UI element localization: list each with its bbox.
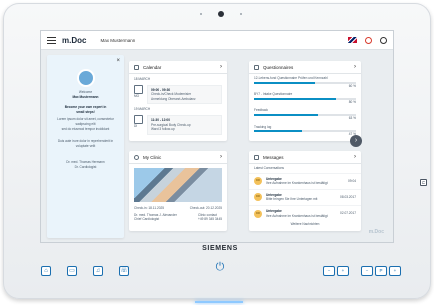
check-in-date: Check-in: 18.11.2025 (134, 206, 165, 210)
questionnaire-progress-bar (254, 130, 356, 133)
questionnaire-percent: 47 % (348, 132, 356, 137)
clinic-phone[interactable]: +49 89 345 3445 (198, 217, 222, 222)
questionnaires-header: Questionnaires › (249, 61, 361, 74)
volume-down-button[interactable]: − (323, 266, 335, 276)
calendar-day-icon (134, 84, 143, 94)
doctor-role: Chief Cardiologist (134, 217, 160, 222)
message-preview: Ihre Aufnahme im Krankenhaus ist bestäti… (266, 181, 328, 186)
message-row[interactable]: DR Untergabe Ihre Aufnahme im Krankenhaus… (249, 204, 361, 221)
messages-header: Messages › (249, 151, 361, 164)
microphone-dot (200, 13, 202, 15)
mdoc-watermark: m.Doc (368, 229, 384, 235)
welcome-text-2: sed do eiusmod tempor incididunt (61, 126, 110, 131)
home-button[interactable]: ⌂ (41, 266, 51, 276)
calendar-icon (134, 64, 139, 70)
uk-flag-icon[interactable] (348, 37, 357, 43)
media-button[interactable]: ♫ (93, 266, 103, 276)
chevron-right-icon[interactable]: › (354, 64, 356, 70)
questionnaire-item[interactable]: Tracking log 47 % (249, 123, 361, 139)
chevron-right-icon[interactable]: › (220, 154, 222, 160)
calendar-day-icon (134, 114, 143, 124)
questionnaire-item[interactable]: 12-Lebens-fund Questionnaire Prüfen und … (249, 74, 361, 90)
sender-badge: DR (254, 177, 262, 186)
message-preview: Ihre Aufnahme im Krankenhaus ist bestäti… (266, 213, 328, 218)
questionnaire-label: Tracking log (254, 124, 272, 129)
event-day: MO (134, 93, 140, 98)
calendar-header: Calendar › (129, 61, 227, 74)
calendar-event[interactable]: MO 09:00 - 09:30 Check-in/Check Modernis… (129, 82, 227, 108)
messages-title: Messages (263, 154, 284, 160)
microphone-dot (240, 13, 242, 15)
channel-label: P (375, 266, 387, 276)
clinic-header: My Clinic › (129, 151, 227, 164)
clinic-icon (134, 154, 139, 160)
volume-up-button[interactable]: + (337, 266, 349, 276)
front-camera (218, 11, 224, 17)
message-date: 09:04 (348, 178, 356, 183)
notification-icon[interactable] (365, 36, 372, 44)
welcome-text-3: Duis aute irure dolor in reprehenderit i… (57, 139, 114, 148)
event-day: DI (134, 123, 138, 128)
clinic-building-image (134, 168, 222, 202)
chevron-right-icon[interactable]: › (220, 64, 222, 70)
questionnaire-percent: 63 % (348, 115, 356, 120)
calendar-card[interactable]: Calendar › 18 MARCH MO 09:00 - 09:30 Che… (129, 61, 227, 141)
messages-section-label: Latest Conversations (254, 166, 284, 170)
menu-icon[interactable] (47, 36, 56, 44)
message-preview: Bitte bringen Sie Ihre Unterlagen mit (266, 197, 318, 202)
sender-badge: DR (254, 209, 262, 218)
questionnaire-label: BY7 - Intake Questionnaire (254, 92, 293, 97)
tablet-device: m.Doc Max Mustermann × Welcome Max Muste… (3, 3, 431, 303)
side-port-button[interactable]: ⊏ (420, 179, 427, 186)
calendar-date-label: 18 MARCH (134, 77, 151, 81)
close-icon[interactable]: × (116, 58, 120, 64)
chevron-right-icon[interactable]: › (354, 154, 356, 160)
questionnaire-item[interactable]: Feedback 63 % (249, 106, 361, 122)
screen-button[interactable]: ▭ (67, 266, 77, 276)
power-button[interactable]: ⏻ (214, 261, 226, 273)
questionnaire-progress-bar (254, 113, 356, 116)
doctor-signature-role: Dr. Cardiologist (74, 164, 97, 169)
messages-card[interactable]: Messages › Latest Conversations DR Unter… (249, 151, 361, 231)
message-row[interactable]: DR Untergabe Bitte bringen Sie Ihre Unter… (249, 188, 361, 205)
message-row[interactable]: DR Untergabe Ihre Aufnahme im Krankenhaus… (249, 172, 361, 189)
welcome-text-1: Lorem ipsum dolor sit amet, consectetur … (57, 117, 114, 126)
questionnaires-card[interactable]: Questionnaires › 12-Lebens-fund Question… (249, 61, 361, 141)
questionnaire-percent: 80 % (348, 99, 356, 104)
questionnaire-item[interactable]: BY7 - Intake Questionnaire 80 % (249, 90, 361, 106)
questionnaire-icon (254, 64, 259, 70)
questionnaires-title: Questionnaires (263, 64, 294, 70)
message-date: 08.03.2017 (340, 195, 356, 200)
message-icon (254, 154, 259, 160)
phone-button[interactable]: ☏ (119, 266, 129, 276)
questionnaire-progress-bar (254, 81, 356, 84)
next-arrow-button[interactable]: › (350, 135, 362, 147)
top-navigation-bar: m.Doc Max Mustermann (41, 31, 393, 50)
questionnaire-percent: 60 % (348, 83, 356, 88)
questionnaire-label: Feedback (254, 108, 268, 113)
event-note: Ward 3 follow-up (151, 127, 175, 132)
my-clinic-card[interactable]: My Clinic › Check-in: 18.11.2025 Check-o… (129, 151, 227, 231)
app-logo: m.Doc (62, 35, 87, 45)
clinic-title: My Clinic (143, 154, 162, 160)
event-note: Anmeldung Oberarzt-Ambulanz (151, 96, 196, 101)
check-out-date: Check-out: 20.12.2025 (189, 206, 222, 210)
questionnaire-progress-bar (254, 97, 356, 100)
questionnaire-label: 12-Lebens-fund Questionnaire Prüfen und … (254, 76, 328, 80)
channel-up-button[interactable]: + (389, 266, 401, 276)
siemens-brand: SIEMENS (202, 245, 238, 252)
calendar-title: Calendar (143, 64, 162, 70)
app-screen: m.Doc Max Mustermann × Welcome Max Muste… (40, 30, 394, 243)
welcome-panel: × Welcome Max Mustermann Become your own… (47, 55, 124, 238)
sender-badge: DR (254, 193, 262, 202)
channel-down-button[interactable]: − (361, 266, 373, 276)
message-date: 02.07.2017 (340, 211, 356, 216)
calendar-event[interactable]: DI 11:30 - 12:00 Pre-surgical Body Check… (129, 112, 227, 138)
more-messages-link[interactable]: Weitere Nachrichten (249, 221, 361, 227)
status-light (195, 301, 243, 303)
username: Max Mustermann (100, 37, 136, 43)
doctor-avatar (76, 69, 95, 87)
logout-icon[interactable] (380, 36, 387, 44)
